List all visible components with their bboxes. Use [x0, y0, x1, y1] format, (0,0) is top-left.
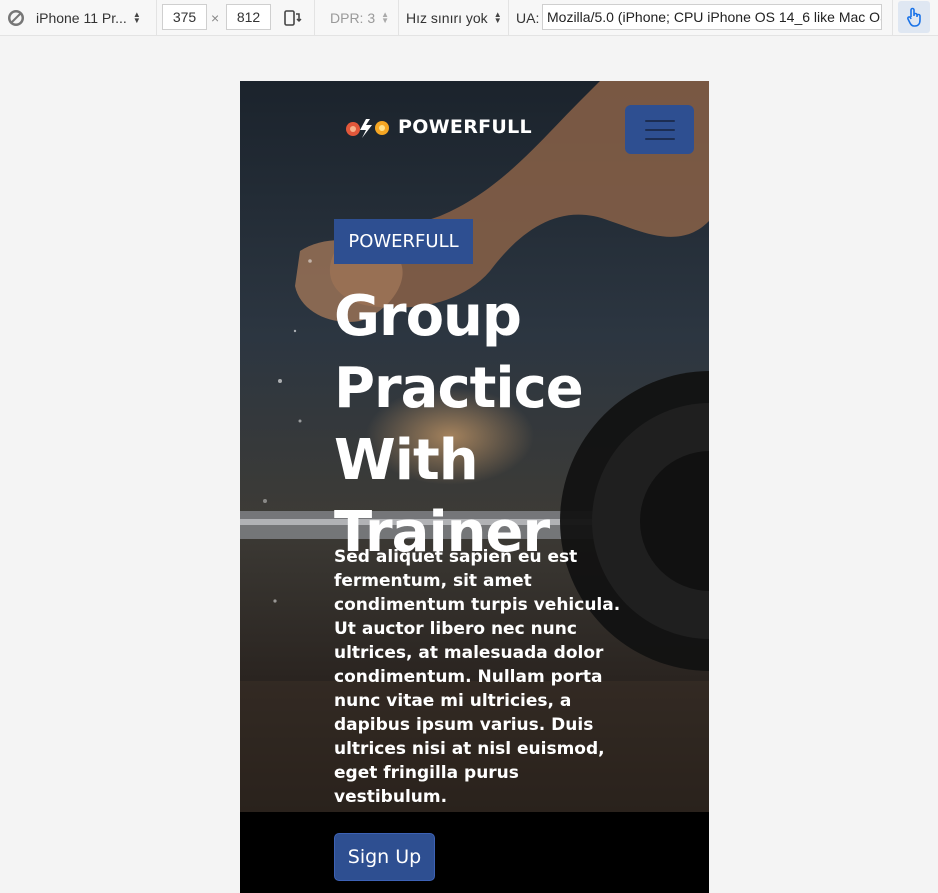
device-select[interactable]: iPhone 11 Pr... ▲ ▼ [6, 0, 141, 36]
menu-icon [644, 119, 675, 122]
logo-icon [346, 119, 389, 138]
devtools-device-toolbar: iPhone 11 Pr... ▲ ▼ 375 × 812 DPR: 3 ▲ ▼ H… [0, 0, 938, 36]
hero-headline: Group Practice With Trainer [334, 281, 704, 569]
height-input[interactable]: 812 [226, 4, 271, 30]
dpr-label: DPR: 3 [330, 10, 376, 26]
divider [156, 0, 157, 36]
device-viewport: POWERFULL POWERFULL Group Practice With … [240, 81, 709, 893]
hero-section: POWERFULL POWERFULL Group Practice With … [240, 81, 709, 812]
device-name: iPhone 11 Pr... [36, 10, 127, 26]
ua-label: UA: [516, 10, 540, 26]
logo-text: POWERFULL [398, 116, 532, 138]
divider [508, 0, 509, 36]
cta-bar [240, 812, 709, 893]
select-arrows-icon: ▲ ▼ [132, 10, 141, 25]
disable-touch-icon [8, 10, 24, 26]
touch-emulation-button[interactable] [898, 1, 930, 33]
divider [314, 0, 315, 36]
divider [892, 0, 893, 36]
headline-line: Practice [334, 356, 584, 421]
menu-icon [644, 128, 675, 131]
select-arrows-icon: ▲ ▼ [493, 10, 502, 25]
headline-line: Group [334, 284, 522, 349]
touch-emulation-icon [907, 7, 921, 27]
menu-icon [644, 137, 675, 140]
throttle-select[interactable]: Hız sınırı yok ▲ ▼ [406, 0, 502, 36]
menu-toggle-button[interactable] [625, 105, 694, 154]
width-input[interactable]: 375 [162, 4, 207, 30]
hero-tag: POWERFULL [334, 219, 473, 264]
user-agent-input[interactable]: Mozilla/5.0 (iPhone; CPU iPhone OS 14_6 … [542, 4, 882, 30]
dpr-select[interactable]: DPR: 3 ▲ ▼ [330, 0, 389, 36]
rotate-button[interactable] [282, 0, 302, 36]
rotate-icon [284, 10, 302, 26]
divider [398, 0, 399, 36]
times-sign: × [211, 10, 220, 26]
select-arrows-icon: ▲ ▼ [381, 10, 390, 25]
sign-up-button[interactable]: Sign Up [334, 833, 435, 881]
site-logo[interactable]: POWERFULL [344, 115, 532, 139]
hero-description: Sed aliquet sapien eu est fermentum, sit… [334, 547, 621, 807]
throttle-label: Hız sınırı yok [406, 10, 488, 26]
